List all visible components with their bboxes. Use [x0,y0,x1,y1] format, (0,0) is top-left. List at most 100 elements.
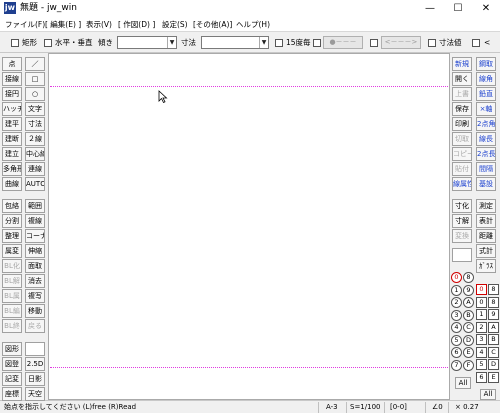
layer-group-circle-2[interactable]: 2 [451,297,462,308]
right-tool-5[interactable]: 切取 [452,132,472,146]
layer-group-circle-11[interactable]: B [463,309,474,321]
rect-checkbox[interactable] [11,39,19,47]
left-tool-13[interactable]: BL化 [2,259,22,273]
layer-square-8[interactable]: 8 [488,284,499,295]
layer-group-circle-12[interactable]: C [463,322,474,333]
right-tool2-4[interactable]: 2点角 [476,117,496,131]
minimize-button[interactable]: — [416,0,444,17]
right-tool-1[interactable]: 開く [452,72,472,86]
close-button[interactable]: ✕ [472,0,500,17]
menu-edit[interactable]: [ 編集(E) ] [45,19,81,30]
layer-square-14[interactable]: D [488,359,499,370]
layer-group-circle-5[interactable]: 5 [451,334,462,346]
left-tool2-15[interactable]: 複写 [25,289,45,303]
right-tool-9[interactable]: 寸化 [452,199,472,213]
left-tool2-13[interactable]: 面取 [25,259,45,273]
right-tool-0[interactable]: 新規 [452,57,472,71]
left-tool2-19[interactable]: 2.5D [25,357,45,371]
extra-checkbox[interactable] [472,39,480,47]
left-tool-4[interactable]: 建平 [2,117,22,131]
layer-group-circle-6[interactable]: 6 [451,347,462,358]
left-tool-2[interactable]: 接円 [2,87,22,101]
layer-group-circle-7[interactable]: 7 [451,359,462,371]
layer-square-4[interactable]: 3 [476,334,487,345]
right-tool-7[interactable]: 貼付 [452,162,472,176]
right-tool-11[interactable]: 変換 [452,229,472,243]
layer-value[interactable]: [0-0] [390,402,407,413]
layer-group-circle-3[interactable]: 3 [451,309,462,321]
left-tool-19[interactable]: 図登 [2,357,22,371]
all-layer-button[interactable]: All [480,389,496,400]
left-tool2-0[interactable]: ／ [25,57,45,71]
right-tool2-0[interactable]: 鋼取 [476,57,496,71]
angle15-checkbox[interactable] [275,39,283,47]
slope-combo[interactable]: ▼ [117,36,177,49]
layer-group-circle-0[interactable]: 0 [451,272,462,283]
menu-draw[interactable]: [ 作図(D) ] [118,19,155,30]
right-tool2-1[interactable]: 線角 [476,72,496,86]
layer-square-5[interactable]: 4 [476,346,487,358]
left-tool-7[interactable]: 多角形 [2,162,22,176]
horizvert-checkbox[interactable] [44,39,52,47]
right-tool2-2[interactable]: 鉛直 [476,87,496,101]
layer-group-circle-4[interactable]: 4 [451,322,462,333]
left-tool-0[interactable]: 点 [2,57,22,71]
left-tool2-10[interactable]: 複線 [25,214,45,228]
right-tool2-12[interactable]: 式計 [476,244,496,258]
left-tool-21[interactable]: 座標 [2,387,22,401]
left-tool-14[interactable]: BL解 [2,274,22,288]
right-tool2-6[interactable]: 2点長 [476,147,496,161]
menu-settings[interactable]: 設定(S) [162,19,188,30]
left-tool2-21[interactable]: 天空 [25,387,45,401]
layer-square-2[interactable]: 1 [476,309,487,320]
right-tool2-11[interactable]: 距離 [476,229,496,243]
left-tool2-1[interactable]: □ [25,72,45,86]
layer-group-circle-1[interactable]: 1 [451,284,462,296]
menu-help[interactable]: ヘルプ(H) [236,19,270,30]
left-tool-18[interactable]: 図形 [2,342,22,356]
left-tool2-4[interactable]: 寸法 [25,117,45,131]
left-tool-12[interactable]: 属変 [2,244,22,258]
left-tool-5[interactable]: 建断 [2,132,22,146]
layer-square-13[interactable]: C [488,346,499,358]
right-tool-12[interactable] [452,248,472,262]
layer-square-10[interactable]: 9 [488,309,499,320]
layer-square-6[interactable]: 5 [476,359,487,370]
left-tool-8[interactable]: 曲線 [2,177,22,191]
right-tool2-10[interactable]: 表計 [476,214,496,228]
right-tool2-7[interactable]: 間隔 [476,162,496,176]
layer-square-15[interactable]: E [488,371,499,383]
chevron-down-icon[interactable]: ▼ [167,37,176,48]
left-tool-9[interactable]: 包絡 [2,199,22,213]
left-tool2-9[interactable]: 範囲 [25,199,45,213]
layer-group-circle-10[interactable]: A [463,297,474,308]
left-tool2-7[interactable]: 連線 [25,162,45,176]
left-tool-3[interactable]: ハッチ [2,102,22,116]
left-tool-20[interactable]: 記変 [2,372,22,386]
layer-square-0[interactable]: 0 [476,284,487,295]
left-tool2-16[interactable]: 移動 [25,304,45,318]
layer-group-circle-9[interactable]: 9 [463,284,474,296]
left-tool2-18[interactable] [25,342,45,356]
left-tool2-17[interactable]: 戻る [25,319,45,333]
menu-file[interactable]: ファイル(F) [5,19,45,30]
arrow-checkbox[interactable] [370,39,378,47]
layer-square-12[interactable]: B [488,334,499,345]
left-tool2-20[interactable]: 日影 [25,372,45,386]
dimvalue-checkbox[interactable] [428,39,436,47]
right-tool-3[interactable]: 保存 [452,102,472,116]
left-tool2-8[interactable]: AUTO [25,177,45,191]
left-tool-11[interactable]: 整理 [2,229,22,243]
left-tool2-11[interactable]: コーナー [25,229,45,243]
layer-square-9[interactable]: 8 [488,296,499,308]
scale-value[interactable]: S=1/100 [350,402,380,413]
layer-group-circle-13[interactable]: D [463,334,474,346]
right-tool2-9[interactable]: 測定 [476,199,496,213]
maximize-button[interactable]: ☐ [444,0,472,17]
left-tool2-2[interactable]: ○ [25,87,45,101]
right-tool2-3[interactable]: ×軸 [476,102,496,116]
menu-view[interactable]: 表示(V) [86,19,112,30]
point-style-button[interactable]: ●－－－ [323,36,363,49]
all-layer-group-button[interactable]: All [455,377,471,389]
layer-square-1[interactable]: 0 [476,296,487,308]
